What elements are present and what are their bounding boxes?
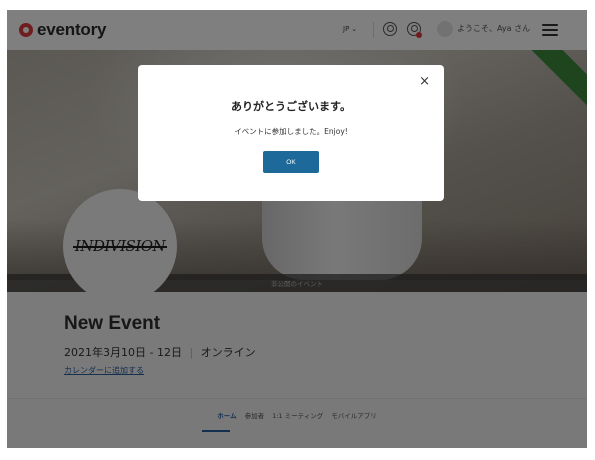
dialog-title: ありがとうございます。 xyxy=(231,100,351,113)
app-window: eventory JP ⌄ ようこそ、Aya さん 非公開のイベント 参加 IN… xyxy=(7,10,587,448)
dialog-message: イベントに参加しました。Enjoy! xyxy=(234,127,348,136)
ok-button[interactable]: OK xyxy=(263,151,319,173)
confirmation-dialog: × ありがとうございます。 イベントに参加しました。Enjoy! OK xyxy=(138,65,444,201)
close-icon[interactable]: × xyxy=(419,74,430,89)
